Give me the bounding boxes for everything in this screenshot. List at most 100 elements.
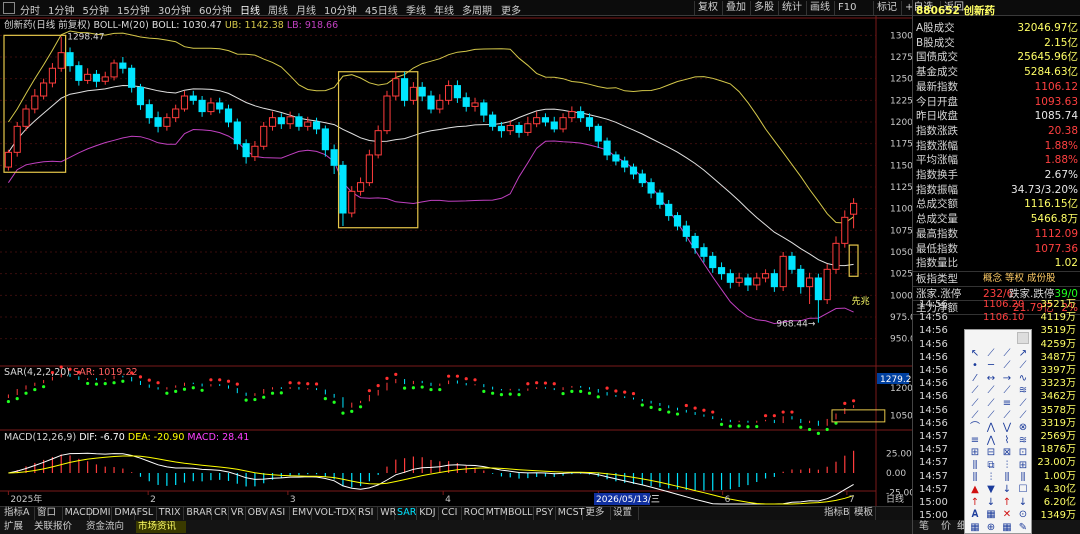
- stripes2-tool-icon[interactable]: ⫼: [1017, 472, 1029, 484]
- vdots-tool-icon[interactable]: ⫶: [985, 472, 997, 484]
- sector-tab-2[interactable]: 成份股: [1027, 272, 1056, 286]
- toolbar-button-6[interactable]: 标记: [873, 1, 901, 15]
- dotted-tool-icon[interactable]: ⫶: [1001, 460, 1013, 472]
- toolbar-button-5[interactable]: F10: [834, 1, 873, 15]
- indicator-tab-2[interactable]: MACD: [63, 507, 93, 520]
- indicator-tab-14[interactable]: RSI: [356, 507, 379, 520]
- side-tab-jia[interactable]: 价: [941, 520, 951, 533]
- box-tool-icon[interactable]: ⊟: [985, 447, 997, 459]
- period-tab-5[interactable]: 60分钟: [199, 2, 232, 17]
- period-tab-12[interactable]: 年线: [434, 2, 454, 17]
- segment-tool-icon[interactable]: ⟋: [1001, 360, 1013, 372]
- text-tool-icon[interactable]: 𝐀: [969, 509, 981, 521]
- arrow-tool-icon[interactable]: ↗: [1017, 348, 1029, 360]
- bottom-tab-2[interactable]: 资金流向: [84, 521, 134, 533]
- period-tab-8[interactable]: 月线: [296, 2, 316, 17]
- down-arrow-tool-icon[interactable]: ▼: [985, 484, 997, 496]
- period-tab-14[interactable]: 更多: [501, 2, 521, 17]
- indicator-tab-12[interactable]: EMV: [290, 507, 313, 520]
- period-tab-4[interactable]: 30分钟: [158, 2, 191, 17]
- up-tool-icon[interactable]: ↑: [1001, 497, 1013, 509]
- gann-tool-icon[interactable]: ≋: [1017, 385, 1029, 397]
- period-tab-0[interactable]: 分时: [20, 2, 40, 17]
- indicator-tab-8[interactable]: CR: [212, 507, 229, 520]
- rect-tool-icon[interactable]: ⟋: [969, 410, 981, 422]
- ray-tool-icon[interactable]: ⟋: [1001, 348, 1013, 360]
- indicator-tab-19[interactable]: ROC: [462, 507, 484, 520]
- period-tab-13[interactable]: 多周期: [462, 2, 492, 17]
- period-tab-11[interactable]: 季线: [406, 2, 426, 17]
- line-tool-icon[interactable]: ⟋: [985, 348, 997, 360]
- indicator-tab-5[interactable]: FSL: [135, 507, 157, 520]
- indicator-tab-22[interactable]: PSY: [534, 507, 556, 520]
- indicator-tab-11[interactable]: ASI: [268, 507, 290, 520]
- indicator-tab-9[interactable]: VR: [229, 507, 246, 520]
- delete-tool-icon[interactable]: ✕: [1001, 509, 1013, 521]
- period-tab-9[interactable]: 10分钟: [324, 2, 357, 17]
- indicator-tab-16[interactable]: SAR: [395, 507, 418, 520]
- wave-tool-icon[interactable]: ∿: [1017, 373, 1029, 385]
- fill-tool-icon[interactable]: ▦: [1001, 522, 1013, 534]
- indicator-tab-3[interactable]: DMI: [90, 507, 113, 520]
- extend-tool-icon[interactable]: ↔: [985, 373, 997, 385]
- indicator-tab-4[interactable]: DMA: [112, 507, 136, 520]
- grid-tool-icon[interactable]: ⊞: [969, 447, 981, 459]
- hline-tool-icon[interactable]: ─: [985, 360, 997, 372]
- sell-tool-icon[interactable]: ↓: [985, 497, 997, 509]
- columns-tool-icon[interactable]: ⫼: [969, 472, 981, 484]
- indicator-tab-6[interactable]: TRIX: [157, 507, 185, 520]
- toolbar-button-4[interactable]: 画线: [806, 1, 834, 15]
- arrow-right-tool-icon[interactable]: →: [1001, 373, 1013, 385]
- circle-tool-icon[interactable]: ⊗: [1017, 422, 1029, 434]
- template-tab[interactable]: 模板: [852, 507, 876, 520]
- toolbar-button-2[interactable]: 多股: [750, 1, 778, 15]
- toolbar-button-3[interactable]: 统计: [778, 1, 806, 15]
- toolbar-button-1[interactable]: 叠加: [722, 1, 750, 15]
- bottom-tab-3[interactable]: 市场资讯: [136, 521, 186, 533]
- period-tab-3[interactable]: 15分钟: [117, 2, 150, 17]
- period-tab-10[interactable]: 45日线: [365, 2, 398, 17]
- indicator-tab-10[interactable]: OBV: [246, 507, 268, 520]
- elliott-tool-icon[interactable]: ≋: [1017, 435, 1029, 447]
- trend-tool-icon[interactable]: ⁄: [969, 373, 981, 385]
- side-tab-bi[interactable]: 笔: [919, 520, 929, 533]
- sector-tab-0[interactable]: 概念: [983, 272, 1002, 286]
- up-arrow-tool-icon[interactable]: ▲: [969, 484, 981, 496]
- levels-tool-icon[interactable]: ≡: [969, 435, 981, 447]
- speedline-tool-icon[interactable]: ⟋: [1017, 410, 1029, 422]
- frame-tool-icon[interactable]: ⊡: [1017, 447, 1029, 459]
- sector-tab-1[interactable]: 等权: [1005, 272, 1024, 286]
- period-tab-6[interactable]: 日线: [240, 2, 260, 17]
- hatch-tool-icon[interactable]: ▦: [969, 522, 981, 534]
- menu-icon[interactable]: [3, 2, 15, 14]
- zigzag-tool-icon[interactable]: ⟋: [985, 410, 997, 422]
- select-tool-icon[interactable]: ↖: [969, 348, 981, 360]
- indicator-tab-0[interactable]: 指标A: [2, 507, 35, 520]
- indicator-tab-13[interactable]: VOL-TDX: [312, 507, 356, 520]
- indicator-tab-21[interactable]: BOLL: [506, 507, 534, 520]
- note-tool-icon[interactable]: ☐: [1017, 484, 1029, 496]
- indicator-b-tab[interactable]: 指标B: [822, 507, 850, 520]
- pen-tool-icon[interactable]: ✎: [1017, 522, 1029, 534]
- wedge-tool-icon[interactable]: ⋀: [985, 435, 997, 447]
- indicator-tab-25[interactable]: 设置: [611, 507, 639, 520]
- bottom-tab-1[interactable]: 关联报价: [32, 521, 82, 533]
- trough-tool-icon[interactable]: ⋁: [1001, 422, 1013, 434]
- spiral-tool-icon[interactable]: ⟋: [969, 398, 981, 410]
- down-tool-icon[interactable]: ↓: [1001, 484, 1013, 496]
- cycle-tool-icon[interactable]: ⟋: [1017, 398, 1029, 410]
- parallel-tool-icon[interactable]: ⟋: [1017, 360, 1029, 372]
- angle-tool-icon[interactable]: ⟋: [985, 385, 997, 397]
- table-tool-icon[interactable]: ⊞: [1017, 460, 1029, 472]
- peak-tool-icon[interactable]: ⋀: [985, 422, 997, 434]
- period-tab-1[interactable]: 1分钟: [48, 2, 74, 17]
- toolbar-button-0[interactable]: 复权: [694, 1, 722, 15]
- polyline-tool-icon[interactable]: ⟋: [1001, 410, 1013, 422]
- arc-tool-icon[interactable]: ⌒: [969, 422, 981, 434]
- period-tab-2[interactable]: 5分钟: [83, 2, 109, 17]
- period-tab-7[interactable]: 周线: [268, 2, 288, 17]
- bottom-tab-0[interactable]: 扩展: [2, 521, 30, 533]
- stripes-tool-icon[interactable]: ⫼: [1001, 472, 1013, 484]
- drawing-tools-palette[interactable]: ↖ ⟋ ⟋ ↗ • ─ ⟋ ⟋ ⁄ ↔ → ∿ ⟋ ⟋ ⟋ ≋ ⟋ ⟋ ≡ ⟋ ⟋ ⟋ ⟋ ⟋ ⌒ ⋀ ⋁ ⊗ ≡ ⋀ ⌇ ≋ ⊞ ⊟ ⊠ ⊡ ⫼ ⧉ ⫶ ⊞…: [964, 329, 1032, 534]
- fib-tool-icon[interactable]: ≡: [1001, 398, 1013, 410]
